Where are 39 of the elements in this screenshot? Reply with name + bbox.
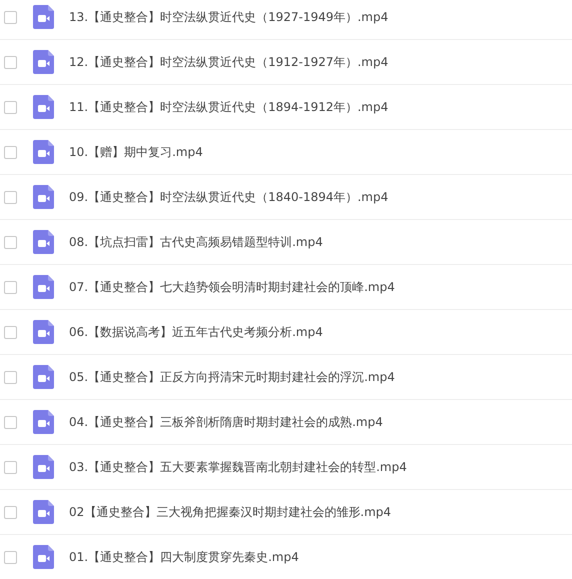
checkbox[interactable]	[4, 460, 17, 474]
file-name[interactable]: 12.【通史整合】时空法纵贯近代史（1912-1927年）.mp4	[69, 54, 388, 70]
checkbox[interactable]	[4, 370, 17, 384]
file-name[interactable]: 02【通史整合】三大视角把握秦汉时期封建社会的雏形.mp4	[69, 504, 392, 520]
file-name[interactable]: 01.【通史整合】四大制度贯穿先秦史.mp4	[69, 548, 299, 566]
video-file-icon	[33, 140, 54, 164]
video-file-icon	[33, 5, 54, 29]
checkbox[interactable]	[4, 506, 17, 518]
video-file-icon	[33, 275, 54, 299]
checkbox[interactable]	[4, 56, 17, 68]
file-name[interactable]: 09.【通史整合】时空法纵贯近代史（1840-1894年）.mp4	[69, 188, 388, 206]
checkbox[interactable]	[4, 190, 17, 204]
video-file-icon	[33, 545, 54, 569]
video-file-icon	[33, 365, 54, 389]
file-name[interactable]: 13.【通史整合】时空法纵贯近代史（1927-1949年）.mp4	[69, 8, 388, 26]
file-name[interactable]: 04.【通史整合】三板斧剖析隋唐时期封建社会的成熟.mp4	[69, 414, 383, 430]
checkbox[interactable]	[4, 280, 17, 294]
file-name[interactable]: 11.【通史整合】时空法纵贯近代史（1894-1912年）.mp4	[69, 98, 388, 116]
checkbox[interactable]	[4, 550, 17, 564]
video-file-icon	[33, 320, 54, 344]
checkbox[interactable]	[4, 10, 17, 24]
video-file-icon	[33, 455, 54, 479]
video-file-icon	[33, 185, 54, 209]
file-name[interactable]: 03.【通史整合】五大要素掌握魏晋南北朝封建社会的转型.mp4	[69, 458, 407, 476]
checkbox[interactable]	[4, 326, 17, 338]
file-name[interactable]: 08.【坑点扫雷】古代史高频易错题型特训.mp4	[69, 234, 323, 250]
file-name[interactable]: 07.【通史整合】七大趋势领会明清时期封建社会的顶峰.mp4	[69, 278, 395, 296]
checkbox[interactable]	[4, 416, 17, 428]
video-file-icon	[33, 50, 54, 74]
video-file-icon	[33, 500, 54, 524]
checkbox[interactable]	[4, 146, 17, 158]
video-file-icon	[33, 410, 54, 434]
checkbox[interactable]	[4, 236, 17, 248]
video-file-icon	[33, 95, 54, 119]
file-name[interactable]: 10.【赠】期中复习.mp4	[69, 144, 203, 160]
file-name[interactable]: 05.【通史整合】正反方向捋清宋元时期封建社会的浮沉.mp4	[69, 368, 395, 386]
file-name[interactable]: 06.【数据说高考】近五年古代史考频分析.mp4	[69, 324, 323, 340]
video-file-icon	[33, 230, 54, 254]
checkbox[interactable]	[4, 100, 17, 114]
